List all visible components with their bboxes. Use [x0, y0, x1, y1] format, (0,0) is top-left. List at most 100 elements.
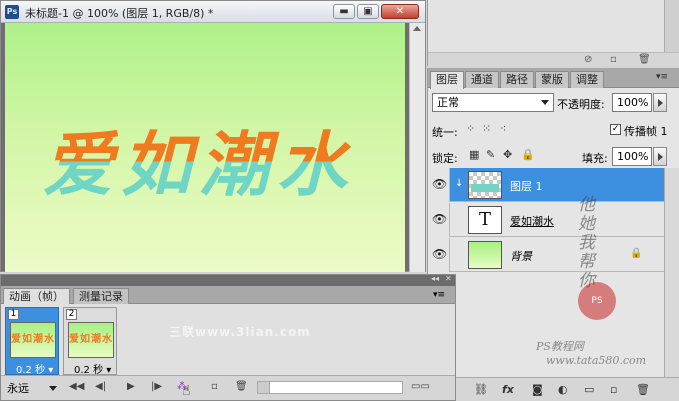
- layer-name: 图层 1: [510, 180, 543, 193]
- close-panel-icon[interactable]: ✕: [445, 274, 452, 283]
- seal-watermark: PS: [578, 282, 616, 320]
- frame-thumbnail: 爱如潮水: [68, 322, 114, 358]
- canvas-area[interactable]: 爱如潮水 爱如潮水: [1, 23, 409, 272]
- eye-icon[interactable]: 👁: [432, 177, 447, 191]
- background-thumbnail: [468, 241, 502, 269]
- chevron-down-icon: [541, 100, 549, 105]
- tab-channels[interactable]: 通道: [465, 71, 499, 88]
- frame-1[interactable]: 1 爱如潮水 0.2 秒 ▾: [5, 307, 59, 376]
- opacity-input[interactable]: 100%: [612, 93, 652, 112]
- document-window: Ps 未标题-1 @ 100% (图层 1, RGB/8) * ▬ ▣ ✕ 爱如…: [0, 0, 426, 272]
- collapse-icon[interactable]: ◂◂: [431, 274, 439, 283]
- new-group-icon[interactable]: ▭: [584, 383, 594, 396]
- no-entry-icon[interactable]: ⊘: [584, 54, 592, 65]
- layer-thumbnail: [468, 171, 502, 199]
- loop-select[interactable]: 永远: [7, 380, 29, 396]
- delete-frame-icon[interactable]: 🗑: [235, 381, 248, 392]
- layer-row-1[interactable]: 👁 ↓ 图层 1: [428, 168, 664, 202]
- frame-delay[interactable]: 0.2 秒 ▾: [16, 361, 53, 376]
- lock-transparency-icon[interactable]: ▦: [469, 148, 479, 161]
- propagate-frame-label: 传播帧 1: [624, 125, 668, 138]
- duplicate-frame-icon[interactable]: ▫: [211, 381, 218, 392]
- lock-all-icon[interactable]: 🔒: [521, 148, 535, 161]
- text-layer-thumbnail: T: [468, 206, 502, 234]
- lock-pixels-icon[interactable]: ✎: [486, 148, 495, 161]
- next-frame-icon[interactable]: |▶: [151, 381, 162, 392]
- frames-strip: 1 爱如潮水 0.2 秒 ▾ 2 爱如潮水 0.2 秒 ▾ 三联www.3lia…: [1, 305, 455, 376]
- scrollbar-thumb[interactable]: [258, 382, 270, 393]
- frame-2[interactable]: 2 爱如潮水 0.2 秒 ▾: [63, 307, 117, 376]
- scroll-up-arrow-icon[interactable]: [413, 26, 421, 31]
- site-name-watermark: PS教程网: [536, 340, 584, 353]
- layer-row-background[interactable]: 👁 背景 🔒: [428, 238, 664, 272]
- history-panel: ⊘ ▫ 🗑: [427, 0, 679, 66]
- animation-panel: ◂◂ ✕ 动画（帧） 测量记录 ▾≡ 1 爱如潮水 0.2 秒 ▾ 2 爱如潮水…: [0, 274, 456, 401]
- tab-paths[interactable]: 路径: [500, 71, 534, 88]
- frames-scrollbar[interactable]: [257, 381, 403, 394]
- previous-frame-icon[interactable]: ◀|: [95, 381, 106, 392]
- frame-delay[interactable]: 0.2 秒 ▾: [74, 361, 111, 376]
- trash-icon[interactable]: 🗑: [638, 54, 651, 65]
- layers-bottom-bar: ⛓ fx ◙ ◐ ▭ ▫ 🗑: [428, 377, 679, 401]
- panel-menu-icon[interactable]: ▾≡: [656, 72, 668, 82]
- lock-label: 锁定:: [432, 152, 458, 165]
- first-frame-icon[interactable]: ◀◀: [69, 381, 84, 392]
- chevron-down-icon[interactable]: [49, 386, 57, 391]
- opacity-slider-button[interactable]: [653, 93, 667, 112]
- delete-layer-icon[interactable]: 🗑: [636, 383, 650, 396]
- layers-panel-tabs: 图层 通道 路径 蒙版 调整 ▾≡: [428, 68, 679, 89]
- lock-icon: 🔒: [630, 248, 643, 259]
- lock-position-icon[interactable]: ✥: [503, 148, 512, 161]
- adjustment-layer-icon[interactable]: ◐: [558, 383, 568, 396]
- unify-visibility-icon[interactable]: ⁙: [482, 122, 491, 135]
- canvas[interactable]: 爱如潮水 爱如潮水: [5, 23, 405, 272]
- hand-cursor-icon: ☝: [182, 383, 191, 399]
- link-cell: ↓: [451, 168, 467, 202]
- propagate-frame-checkbox[interactable]: ✓: [610, 124, 621, 135]
- document-title: 未标题-1 @ 100% (图层 1, RGB/8) *: [25, 7, 214, 20]
- tab-layers[interactable]: 图层: [430, 71, 464, 89]
- minimize-button[interactable]: ▬: [333, 4, 355, 19]
- animation-controls: 永远 ◀◀ ◀| ▶ |▶ ⁂ ▫ 🗑 ▭▭: [1, 375, 455, 400]
- layer-row-text[interactable]: 👁 T 爱如潮水: [428, 203, 664, 237]
- add-mask-icon[interactable]: ◙: [532, 383, 543, 396]
- blend-mode-value: 正常: [437, 96, 459, 109]
- convert-timeline-icon[interactable]: ▭▭: [411, 381, 430, 392]
- unify-label: 统一:: [432, 126, 458, 139]
- new-layer-icon[interactable]: ▫: [610, 383, 617, 396]
- layer-style-icon[interactable]: fx: [502, 383, 514, 396]
- new-snapshot-icon[interactable]: ▫: [610, 54, 617, 65]
- maximize-button[interactable]: ▣: [357, 4, 379, 19]
- handwriting-watermark: 他她我帮你: [578, 195, 595, 291]
- fill-input[interactable]: 100%: [612, 147, 652, 166]
- layers-panel: 图层 通道 路径 蒙版 调整 ▾≡ 正常 不透明度: 100% 统一: ⁘ ⁙ …: [427, 68, 679, 401]
- clip-arrow-icon: ↓: [455, 178, 464, 189]
- tab-measurement-log[interactable]: 测量记录: [73, 288, 129, 304]
- link-layers-icon[interactable]: ⛓: [474, 383, 488, 396]
- panel-header[interactable]: ◂◂ ✕: [1, 274, 455, 286]
- eye-icon[interactable]: 👁: [432, 212, 447, 226]
- frame-number: 1: [8, 309, 19, 320]
- unify-style-icon[interactable]: ⁖: [500, 122, 506, 135]
- unify-position-icon[interactable]: ⁘: [466, 122, 475, 135]
- opacity-label: 不透明度:: [557, 98, 605, 111]
- eye-icon[interactable]: 👁: [432, 247, 447, 261]
- document-titlebar[interactable]: Ps 未标题-1 @ 100% (图层 1, RGB/8) * ▬ ▣ ✕: [1, 1, 425, 23]
- play-icon[interactable]: ▶: [127, 381, 135, 392]
- fill-slider-button[interactable]: [653, 147, 667, 166]
- visibility-cell[interactable]: 👁: [428, 168, 450, 202]
- layers-scrollbar[interactable]: [664, 168, 679, 378]
- tab-animation-frames[interactable]: 动画（帧）: [3, 288, 70, 304]
- frame-number: 2: [66, 309, 77, 320]
- vertical-scrollbar[interactable]: [409, 23, 425, 272]
- close-button[interactable]: ✕: [381, 4, 419, 19]
- visibility-cell[interactable]: 👁: [428, 238, 450, 272]
- tab-masks[interactable]: 蒙版: [535, 71, 569, 88]
- tab-adjustments[interactable]: 调整: [570, 71, 604, 88]
- panel-menu-icon[interactable]: ▾≡: [433, 290, 445, 300]
- fill-label: 填充:: [582, 152, 608, 165]
- blend-mode-select[interactable]: 正常: [432, 93, 554, 112]
- layer-name: 爱如潮水: [510, 215, 554, 228]
- visibility-cell[interactable]: 👁: [428, 203, 450, 237]
- history-scrollbar[interactable]: [664, 0, 679, 52]
